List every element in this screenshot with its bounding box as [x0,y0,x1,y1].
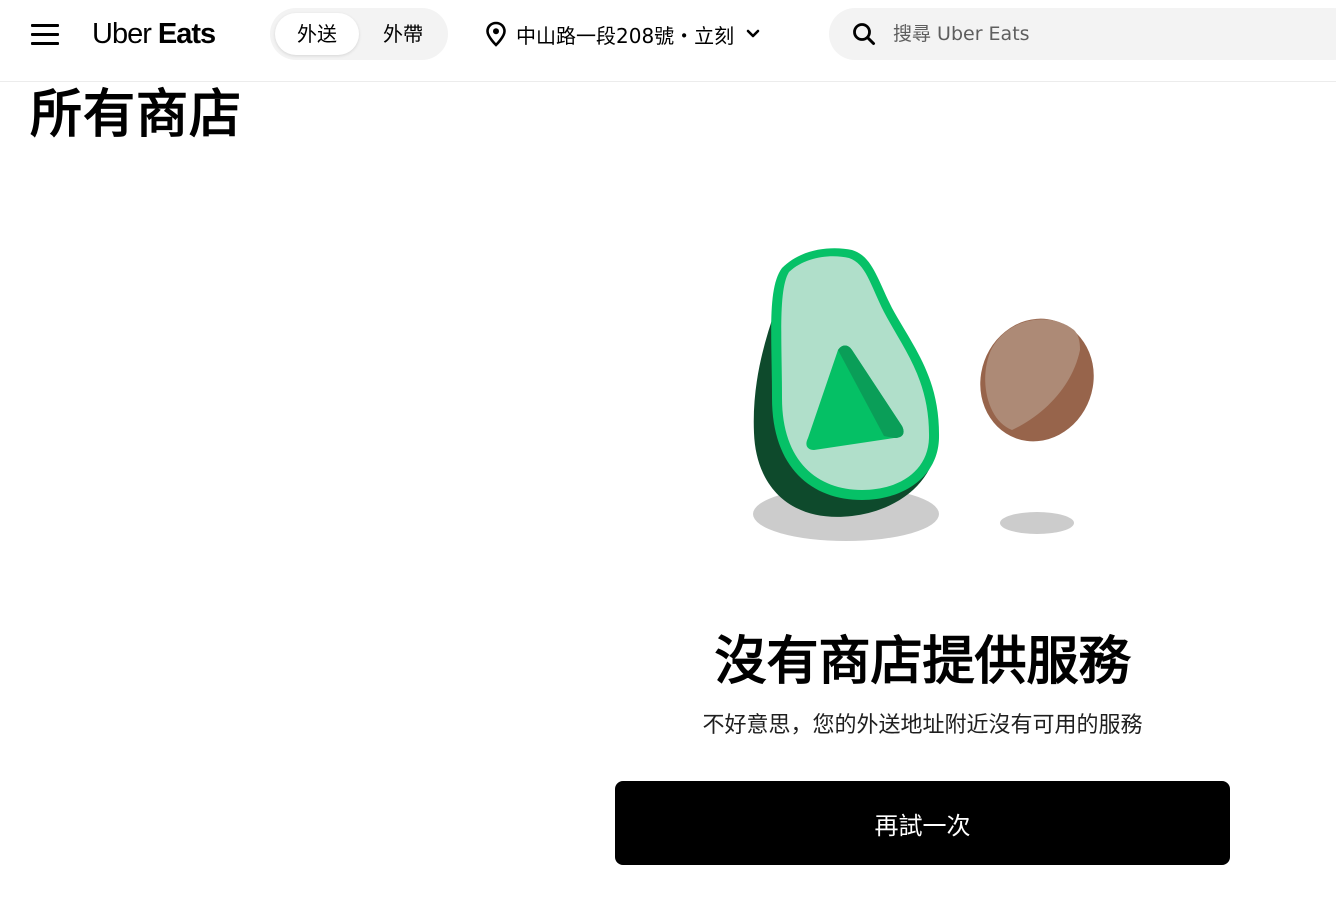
empty-state-subtitle: 不好意思，您的外送地址附近沒有可用的服務 [702,713,1143,738]
empty-state-title: 沒有商店提供服務 [714,632,1131,692]
uber-eats-logo[interactable]: Uber Eats [92,14,216,54]
search-icon [853,23,875,45]
avocado-illustration [753,248,1094,541]
search-input[interactable] [893,23,1293,45]
search-bar [829,8,1336,60]
page-title: 所有商店 [30,85,243,145]
delivery-mode-toggle: 外送 外帶 [270,8,448,60]
retry-button[interactable]: 再試一次 [615,781,1230,865]
logo-eats-text: Eats [157,18,216,50]
delivery-address-text: 中山路一段208號・立刻 [516,23,735,48]
hamburger-menu-icon[interactable] [28,22,64,48]
logo-uber-text: Uber [92,18,152,50]
seed-shadow [1000,512,1074,534]
map-pin-icon [486,21,506,47]
delivery-location-selector[interactable]: 中山路一段208號・立刻 [484,14,760,54]
top-header: Uber Eats 外送 外帶 中山路一段208號・立刻 [0,0,1336,82]
chevron-down-icon [746,29,760,38]
pickup-option[interactable]: 外帶 [362,13,444,55]
delivery-option[interactable]: 外送 [275,13,359,55]
